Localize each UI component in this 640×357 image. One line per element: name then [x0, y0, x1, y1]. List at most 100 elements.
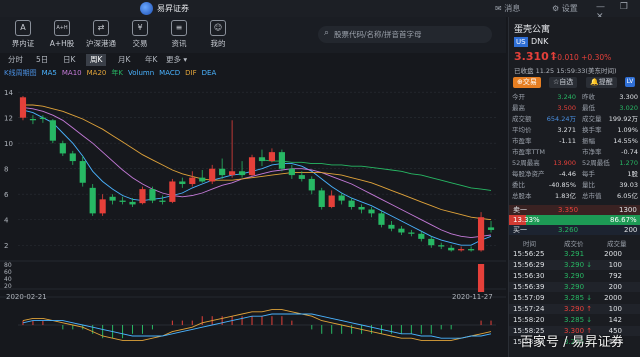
tick-row: 15:57:09 3.285 ↓ 2000	[509, 293, 640, 303]
toolbar-item-0[interactable]: A 界内证	[6, 20, 40, 49]
candle-body	[39, 117, 46, 119]
candle-body	[248, 157, 256, 176]
quote-value: 3.300	[619, 93, 638, 101]
candle-body	[19, 97, 27, 118]
quote-value: 3.240	[557, 93, 576, 101]
quote-label: 今开	[512, 93, 525, 101]
volume-tick-label: 20	[4, 283, 12, 290]
toolbar-item-3[interactable]: ¥ 交易	[123, 20, 157, 49]
quote-value: -0.74	[621, 148, 638, 156]
period-tab-3[interactable]: 周K	[86, 54, 107, 66]
legend-item-3: MA20	[86, 69, 107, 77]
candle-body	[258, 157, 266, 162]
volume-tick-label: 40	[4, 276, 12, 283]
settings-label: 设置	[561, 4, 578, 13]
quote-label: 52周最低	[582, 159, 610, 167]
tick-volume: 100	[608, 305, 622, 313]
candle-body	[109, 196, 116, 201]
legend-item-1: MA5	[41, 69, 57, 77]
period-tab-2[interactable]: 日K	[59, 54, 79, 66]
period-tab-1[interactable]: 5日	[32, 54, 52, 66]
toolbar-item-5[interactable]: ☺ 我的	[201, 20, 235, 49]
candle-body	[308, 178, 315, 191]
market-status: 已收盘 11.25 15:59:33(美东时间)	[514, 67, 617, 75]
candle-body	[428, 238, 435, 246]
quote-row: 市盈率 -1.11 振幅 14.55%	[512, 136, 638, 146]
kline-chart[interactable]: 14 12 10 8 6 4 2 80604020 2020-02-21 2020-11-27	[0, 78, 506, 357]
toolbar-item-icon: A	[15, 20, 31, 36]
tick-row: 15:56:39 3.290 200	[509, 282, 640, 292]
quote-value: -1.11	[559, 137, 576, 145]
quote-row: 委比 -40.85% 量比 39.03	[512, 180, 638, 190]
toolbar-item-2[interactable]: ⇄ 沪深港通	[84, 20, 118, 49]
tick-volume: 200	[608, 283, 622, 291]
period-tab-0[interactable]: 分时	[4, 54, 27, 66]
trade-button[interactable]: ⊕交易	[513, 77, 541, 88]
quote-value: 1.09%	[617, 126, 638, 134]
tick-volume: 792	[608, 272, 622, 280]
quote-value: 3.020	[619, 104, 638, 112]
macd_dea-line	[22, 313, 492, 339]
quote-value: 199.92万	[608, 115, 638, 123]
candle-body	[238, 171, 246, 176]
quote-row: 今开 3.240 昨收 3.300	[512, 92, 638, 102]
ratio-sell: 13.33%	[513, 216, 540, 224]
toolbar-item-4[interactable]: ≡ 资讯	[162, 20, 196, 49]
quote-value: 1股	[627, 170, 638, 178]
y-tick-label: 2	[4, 242, 8, 250]
period-tab-4[interactable]: 月K	[114, 54, 134, 66]
search-icon[interactable]: ⌕	[324, 28, 329, 38]
period-tab-5[interactable]: 年K	[141, 54, 161, 66]
candle-body	[378, 213, 385, 225]
toolbar-item-label: 交易	[132, 39, 148, 48]
candle-body	[328, 195, 335, 207]
y-tick-label: 8	[4, 166, 8, 174]
candle-body	[29, 118, 37, 121]
volume-bar	[477, 264, 485, 292]
ask-volume: 1300	[619, 206, 637, 214]
tick-row: 15:58:20 3.285 ↓ 142	[509, 315, 640, 325]
quote-row: 52周最高 13.900 52周最低 1.270	[512, 158, 638, 168]
quote-label: 委比	[512, 181, 525, 189]
period-tab-6[interactable]: 更多 ▾	[162, 54, 191, 66]
quote-label: 成交额	[512, 115, 532, 123]
indicator-legend: K线周期图 MA5 MA10 MA20 年K Volumn MACD DIF DEA	[4, 68, 221, 78]
quote-label: 每股净资产	[512, 170, 545, 178]
add-watchlist-button[interactable]: ☆自选	[549, 77, 578, 88]
toolbar-item-icon: ⇄	[93, 20, 109, 36]
app-logo-icon	[140, 2, 153, 15]
quote-label: 量比	[582, 181, 595, 189]
quote-value: 1.83亿	[555, 192, 576, 200]
quote-value: 13.900	[553, 159, 576, 167]
toolbar-item-icon: A+H	[54, 20, 70, 36]
ticks-col-volume: 成交量	[607, 240, 627, 248]
quote-label: 换手率	[582, 126, 602, 134]
candle-body	[268, 152, 276, 162]
ticks-header: 时间 成交价 成交量	[509, 238, 640, 248]
quote-row: 平均价 3.271 换手率 1.09%	[512, 125, 638, 135]
tick-price: 3.285 ↓	[564, 316, 593, 324]
search-input[interactable]	[334, 28, 489, 41]
price-alert-button[interactable]: 🔔提醒	[586, 77, 617, 88]
messages-button[interactable]: ✉ 消息	[495, 3, 520, 14]
ma10-line	[22, 107, 492, 239]
legend-item-2: MA10	[61, 69, 82, 77]
quote-label: 平均价	[512, 126, 532, 134]
quote-value: 3.500	[557, 104, 576, 112]
tick-time: 15:58:20	[513, 316, 545, 324]
candle-body	[298, 175, 305, 179]
candle-body	[179, 181, 186, 185]
level-icon[interactable]: LV	[625, 77, 635, 87]
ask-label: 卖一	[513, 206, 527, 214]
quote-row: 总股本 1.83亿 总市值 6.05亿	[512, 191, 638, 201]
toolbar-item-label: A+H股	[49, 39, 75, 48]
toolbar-item-1[interactable]: A+H A+H股	[45, 20, 79, 49]
bid-volume: 200	[624, 226, 638, 234]
candle-body	[448, 247, 455, 251]
price-change: +0.010 +0.30%	[551, 53, 612, 62]
settings-button[interactable]: ⚙ 设置	[552, 3, 578, 14]
candle-body	[318, 190, 325, 207]
tick-volume: 2000	[604, 250, 622, 258]
candle-body	[219, 168, 226, 176]
quote-value: 1.270	[619, 159, 638, 167]
